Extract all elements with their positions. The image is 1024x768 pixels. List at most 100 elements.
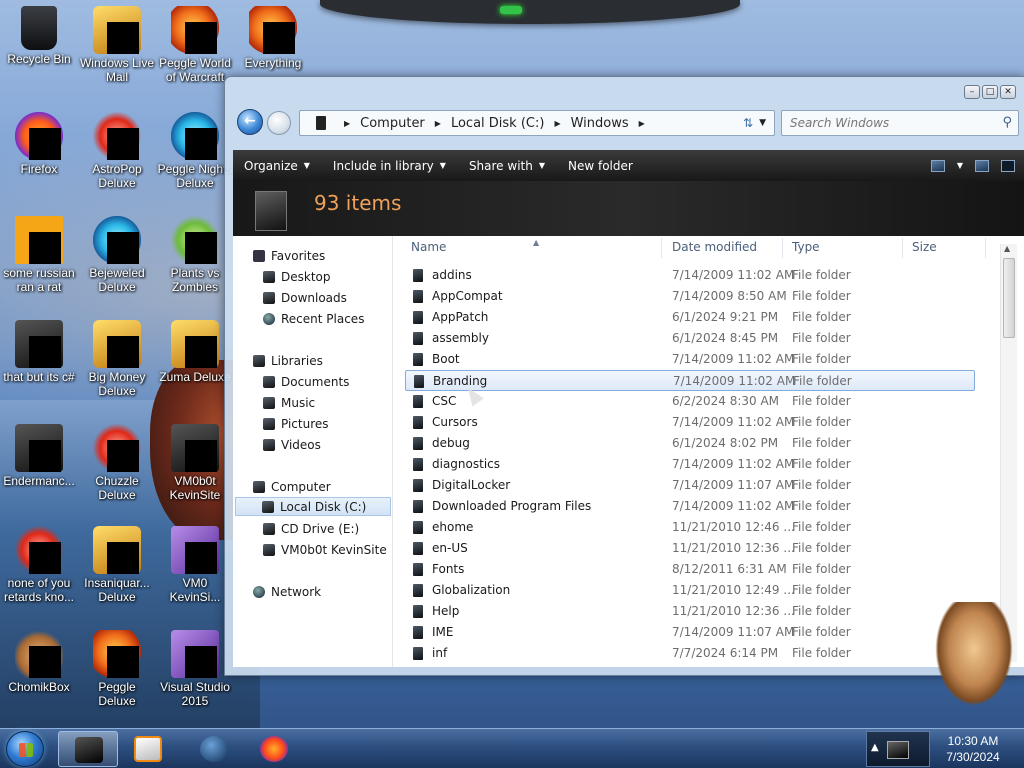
desktop-icon-plants-vs-zombies[interactable]: Plants vs Zombies <box>156 216 234 294</box>
tray-app-icon[interactable] <box>887 741 909 759</box>
table-row[interactable]: Cursors 7/14/2009 11:02 AM File folder <box>405 412 975 433</box>
desktop-icon-peggle-deluxe[interactable]: Peggle Deluxe <box>78 630 156 708</box>
column-divider[interactable] <box>985 238 986 258</box>
table-row[interactable]: Branding 7/14/2009 11:02 AM File folder <box>405 370 975 391</box>
table-row[interactable]: en-US 11/21/2010 12:36 ... File folder <box>405 538 975 559</box>
nav-videos[interactable]: Videos <box>263 435 321 454</box>
search-icon[interactable]: ⚲ <box>1002 115 1012 130</box>
column-header-date[interactable]: Date modified <box>672 240 782 260</box>
table-row[interactable]: debug 6/1/2024 8:02 PM File folder <box>405 433 975 454</box>
table-row[interactable]: Help 11/21/2010 12:36 ... File folder <box>405 601 975 622</box>
breadcrumb-arrow-icon[interactable]: ▶ <box>435 119 441 128</box>
hamster-desktop-pet[interactable] <box>935 602 1013 706</box>
table-row[interactable]: Globalization 11/21/2010 12:49 ... File fo… <box>405 580 975 601</box>
breadcrumb-windows[interactable]: Windows <box>571 116 629 131</box>
breadcrumb-computer[interactable]: Computer <box>360 116 425 131</box>
show-hidden-icons-icon[interactable]: ▲ <box>871 742 879 753</box>
back-button[interactable]: ← <box>237 109 263 135</box>
table-row[interactable]: IME 7/14/2009 11:07 AM File folder <box>405 622 975 643</box>
close-button[interactable]: ✕ <box>1000 85 1016 99</box>
table-row[interactable]: DigitalLocker 7/14/2009 11:07 AM File fold… <box>405 475 975 496</box>
address-bar[interactable]: ▶ Computer ▶ Local Disk (C:) ▶ Windows ▶… <box>299 110 775 136</box>
column-divider[interactable] <box>661 238 662 258</box>
desktop-icon-peggle-nights[interactable]: Peggle Nights Deluxe <box>156 112 234 190</box>
desktop-icon-recycle-bin[interactable]: Recycle Bin <box>0 6 78 66</box>
minimize-button[interactable]: – <box>964 85 980 99</box>
vertical-scrollbar[interactable]: ▲ <box>1000 244 1017 662</box>
nav-recent-places[interactable]: Recent Places <box>263 309 364 328</box>
nav-desktop[interactable]: Desktop <box>263 267 331 286</box>
desktop-icon-insaniquarium[interactable]: Insaniquar... Deluxe <box>78 526 156 604</box>
breadcrumb-arrow-icon[interactable]: ▶ <box>554 119 560 128</box>
start-button[interactable] <box>6 731 44 767</box>
desktop-icon-visual-studio[interactable]: Visual Studio 2015 <box>156 630 234 708</box>
nav-vm0b0t-kevinsite[interactable]: VM0b0t KevinSite <box>263 540 387 559</box>
taskbar-firefox[interactable] <box>244 731 304 767</box>
refresh-icon[interactable]: ⇅ <box>743 116 753 130</box>
maximize-button[interactable]: □ <box>982 85 998 99</box>
search-box[interactable]: ⚲ <box>781 110 1019 136</box>
nav-favorites[interactable]: Favorites <box>253 246 325 265</box>
change-view-icon[interactable] <box>930 159 945 172</box>
nav-local-disk[interactable]: Local Disk (C:) <box>235 497 391 516</box>
organize-button[interactable]: Organize ▼ <box>233 150 322 181</box>
nav-cd-drive[interactable]: CD Drive (E:) <box>263 519 359 538</box>
desktop-icon-that-but-csharp[interactable]: that but its c# <box>0 320 78 384</box>
column-divider[interactable] <box>902 238 903 258</box>
table-row[interactable]: Fonts 8/12/2011 6:31 AM File folder <box>405 559 975 580</box>
nav-network[interactable]: Network <box>253 582 321 601</box>
desktop-icon-big-money[interactable]: Big Money Deluxe <box>78 320 156 398</box>
desktop-icon-astropop[interactable]: AstroPop Deluxe <box>78 112 156 190</box>
share-with-button[interactable]: Share with ▼ <box>458 150 557 181</box>
breadcrumb-local-disk[interactable]: Local Disk (C:) <box>451 116 544 131</box>
column-header-type[interactable]: Type <box>792 240 902 260</box>
table-row[interactable]: diagnostics 7/14/2009 11:02 AM File folder <box>405 454 975 475</box>
table-row[interactable]: ehome 11/21/2010 12:46 ... File folder <box>405 517 975 538</box>
taskbar-explorer[interactable] <box>58 731 118 767</box>
desktop-icon-russian-rat[interactable]: some russian ran a rat <box>0 216 78 294</box>
taskbar-internet[interactable] <box>184 731 244 767</box>
forward-button[interactable] <box>267 111 291 135</box>
desktop-icon-none-of-you[interactable]: none of you retards kno... <box>0 526 78 604</box>
table-row[interactable]: assembly 6/1/2024 8:45 PM File folder <box>405 328 975 349</box>
desktop-icon-vm0-kevinsite[interactable]: VM0 KevinSi... <box>156 526 234 604</box>
scroll-thumb[interactable] <box>1003 258 1015 338</box>
column-header-name[interactable]: Name ▲ <box>411 238 661 260</box>
desktop-icon-firefox[interactable]: Firefox <box>0 112 78 176</box>
include-in-library-button[interactable]: Include in library ▼ <box>322 150 458 181</box>
nav-computer[interactable]: Computer <box>253 477 331 496</box>
nav-libraries[interactable]: Libraries <box>253 351 323 370</box>
table-row[interactable]: CSC 6/2/2024 8:30 AM File folder <box>405 391 975 412</box>
desktop-icon-chomikbox[interactable]: ChomikBox <box>0 630 78 694</box>
chevron-down-icon[interactable]: ▼ <box>957 161 963 170</box>
table-row[interactable]: AppCompat 7/14/2009 8:50 AM File folder <box>405 286 975 307</box>
breadcrumb-arrow-icon[interactable]: ▶ <box>639 119 645 128</box>
taskbar-media-player[interactable] <box>118 731 178 767</box>
column-header-size[interactable]: Size <box>912 240 972 260</box>
breadcrumb-arrow-icon[interactable]: ▶ <box>344 119 350 128</box>
address-dropdown-icon[interactable]: ▼ <box>759 118 766 128</box>
desktop-icon-chuzzle[interactable]: Chuzzle Deluxe <box>78 424 156 502</box>
table-row[interactable]: addins 7/14/2009 11:02 AM File folder <box>405 265 975 286</box>
desktop-icon-zuma[interactable]: Zuma Deluxe <box>156 320 234 384</box>
search-input[interactable] <box>782 111 982 135</box>
nav-pictures[interactable]: Pictures <box>263 414 329 433</box>
desktop-icon-everything[interactable]: Everything <box>234 6 312 70</box>
new-folder-button[interactable]: New folder <box>557 150 645 181</box>
preview-pane-icon[interactable] <box>975 159 989 172</box>
scroll-up-icon[interactable]: ▲ <box>1004 244 1010 253</box>
nav-downloads[interactable]: Downloads <box>263 288 347 307</box>
desktop-icon-bejeweled[interactable]: Bejeweled Deluxe <box>78 216 156 294</box>
column-divider[interactable] <box>782 238 783 258</box>
table-row[interactable]: inf 7/7/2024 6:14 PM File folder <box>405 643 975 664</box>
desktop-icon-vm0b0t-kevinsite[interactable]: VM0b0t KevinSite <box>156 424 234 502</box>
help-icon[interactable] <box>1001 159 1015 172</box>
nav-documents[interactable]: Documents <box>263 372 349 391</box>
desktop-icon-windows-live-mail[interactable]: Windows Live Mail <box>78 6 156 84</box>
table-row[interactable]: Downloaded Program Files 7/14/2009 11:02 … <box>405 496 975 517</box>
nav-music[interactable]: Music <box>263 393 315 412</box>
table-row[interactable]: Boot 7/14/2009 11:02 AM File folder <box>405 349 975 370</box>
clock[interactable]: 10:30 AM 7/30/2024 <box>938 733 1008 765</box>
desktop-icon-peggle-wow[interactable]: Peggle World of Warcraft <box>156 6 234 84</box>
table-row[interactable]: AppPatch 6/1/2024 9:21 PM File folder <box>405 307 975 328</box>
